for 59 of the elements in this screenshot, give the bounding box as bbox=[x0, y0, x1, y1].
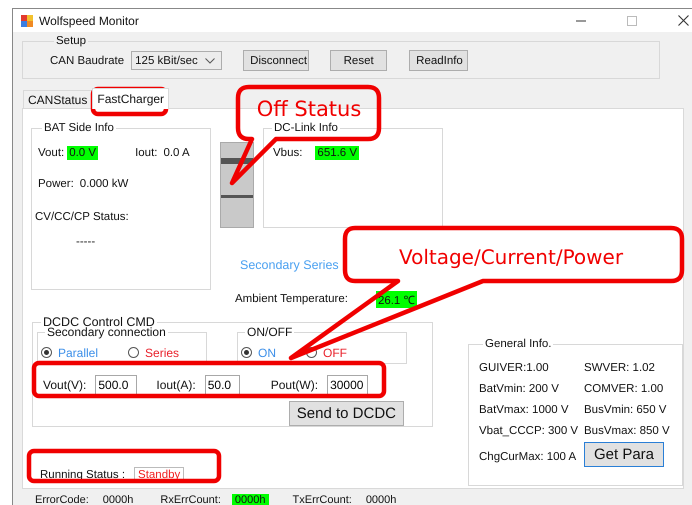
field-label: Vbus: bbox=[273, 147, 302, 159]
info-text: ChgCurMax: 100 A bbox=[479, 450, 578, 462]
group-title: Secondary connection bbox=[47, 325, 167, 339]
status-value: 0000h bbox=[102, 494, 134, 505]
get-para-button[interactable]: Get Para bbox=[584, 442, 664, 467]
value-readout: 651.6 V bbox=[315, 146, 360, 160]
chevron-icon bbox=[205, 58, 216, 64]
field-label: Running Status : bbox=[40, 469, 126, 481]
field-label: Power: bbox=[38, 178, 74, 190]
radio-button[interactable]: OFF bbox=[306, 346, 347, 360]
app-icon bbox=[21, 14, 33, 26]
close-icon[interactable] bbox=[678, 15, 689, 26]
setup-button[interactable]: Reset bbox=[330, 50, 388, 71]
value-readout: 0.0 V bbox=[67, 146, 98, 160]
info-text: BusVmax: 850 V bbox=[584, 425, 671, 437]
info-text: Vbat_CCCP: 300 V bbox=[479, 425, 580, 437]
value-readout: 0.0 A bbox=[163, 147, 190, 159]
status-label: ErrorCode: bbox=[35, 494, 89, 505]
radio-button[interactable]: Series bbox=[128, 346, 180, 360]
input-field[interactable]: 50.0 bbox=[204, 375, 240, 395]
send-button[interactable]: Send to DCDC bbox=[288, 401, 404, 426]
window-title: Wolfspeed Monitor bbox=[39, 14, 139, 28]
status-label: RxErrCount: bbox=[160, 494, 221, 505]
status-value: 0000h bbox=[364, 494, 398, 505]
status-value: 0000h bbox=[232, 494, 269, 505]
callout-label: Voltage/Current/Power bbox=[398, 245, 624, 269]
dropdown-value: 125 kBit/sec bbox=[135, 54, 198, 66]
field-label: Vout(V): bbox=[43, 378, 86, 392]
info-text: BatVmax: 1000 V bbox=[479, 404, 570, 416]
tab[interactable]: CANStatus bbox=[23, 90, 92, 108]
info-text: COMVER: 1.00 bbox=[584, 383, 664, 395]
status-label: TxErrCount: bbox=[292, 494, 352, 505]
input-field[interactable]: 500.0 bbox=[95, 375, 138, 395]
field-label: CV/CC/CP Status: bbox=[35, 211, 130, 223]
field-label: Ambient Temperature: bbox=[235, 293, 348, 305]
field-label: Iout: bbox=[135, 147, 158, 159]
value-readout: 0.000 kW bbox=[80, 178, 128, 190]
callout-label: Off Status bbox=[256, 97, 362, 121]
field-label: Vout: bbox=[38, 147, 64, 159]
baudrate-label: CAN Baudrate bbox=[50, 54, 124, 66]
setup-button[interactable]: ReadInfo bbox=[409, 50, 468, 71]
group-title: Setup bbox=[55, 35, 88, 47]
tab[interactable]: FastCharger bbox=[92, 88, 170, 109]
info-text: SWVER: 1.02 bbox=[584, 362, 656, 374]
value-readout: 26.1 ℃ bbox=[376, 290, 417, 308]
setup-button[interactable]: Disconnect bbox=[243, 50, 310, 71]
connection-status: Secondary Series bbox=[240, 258, 339, 274]
group-title: General Info. bbox=[484, 338, 552, 350]
field-label: Pout(W): bbox=[270, 378, 318, 392]
info-text: BusVmin: 650 V bbox=[584, 404, 668, 416]
value-readout: ----- bbox=[76, 236, 96, 248]
input-field[interactable]: 30000 bbox=[327, 375, 368, 395]
field-label: Iout(A): bbox=[156, 378, 196, 392]
baudrate-dropdown[interactable]: 125 kBit/sec bbox=[131, 51, 222, 70]
group-title: ON/OFF bbox=[246, 325, 294, 339]
group-title: DC-Link Info bbox=[273, 122, 339, 134]
group-title: BAT Side Info bbox=[43, 122, 115, 134]
info-text: GUIVER:1.00 bbox=[479, 362, 550, 374]
info-text: BatVmin: 200 V bbox=[479, 383, 560, 395]
